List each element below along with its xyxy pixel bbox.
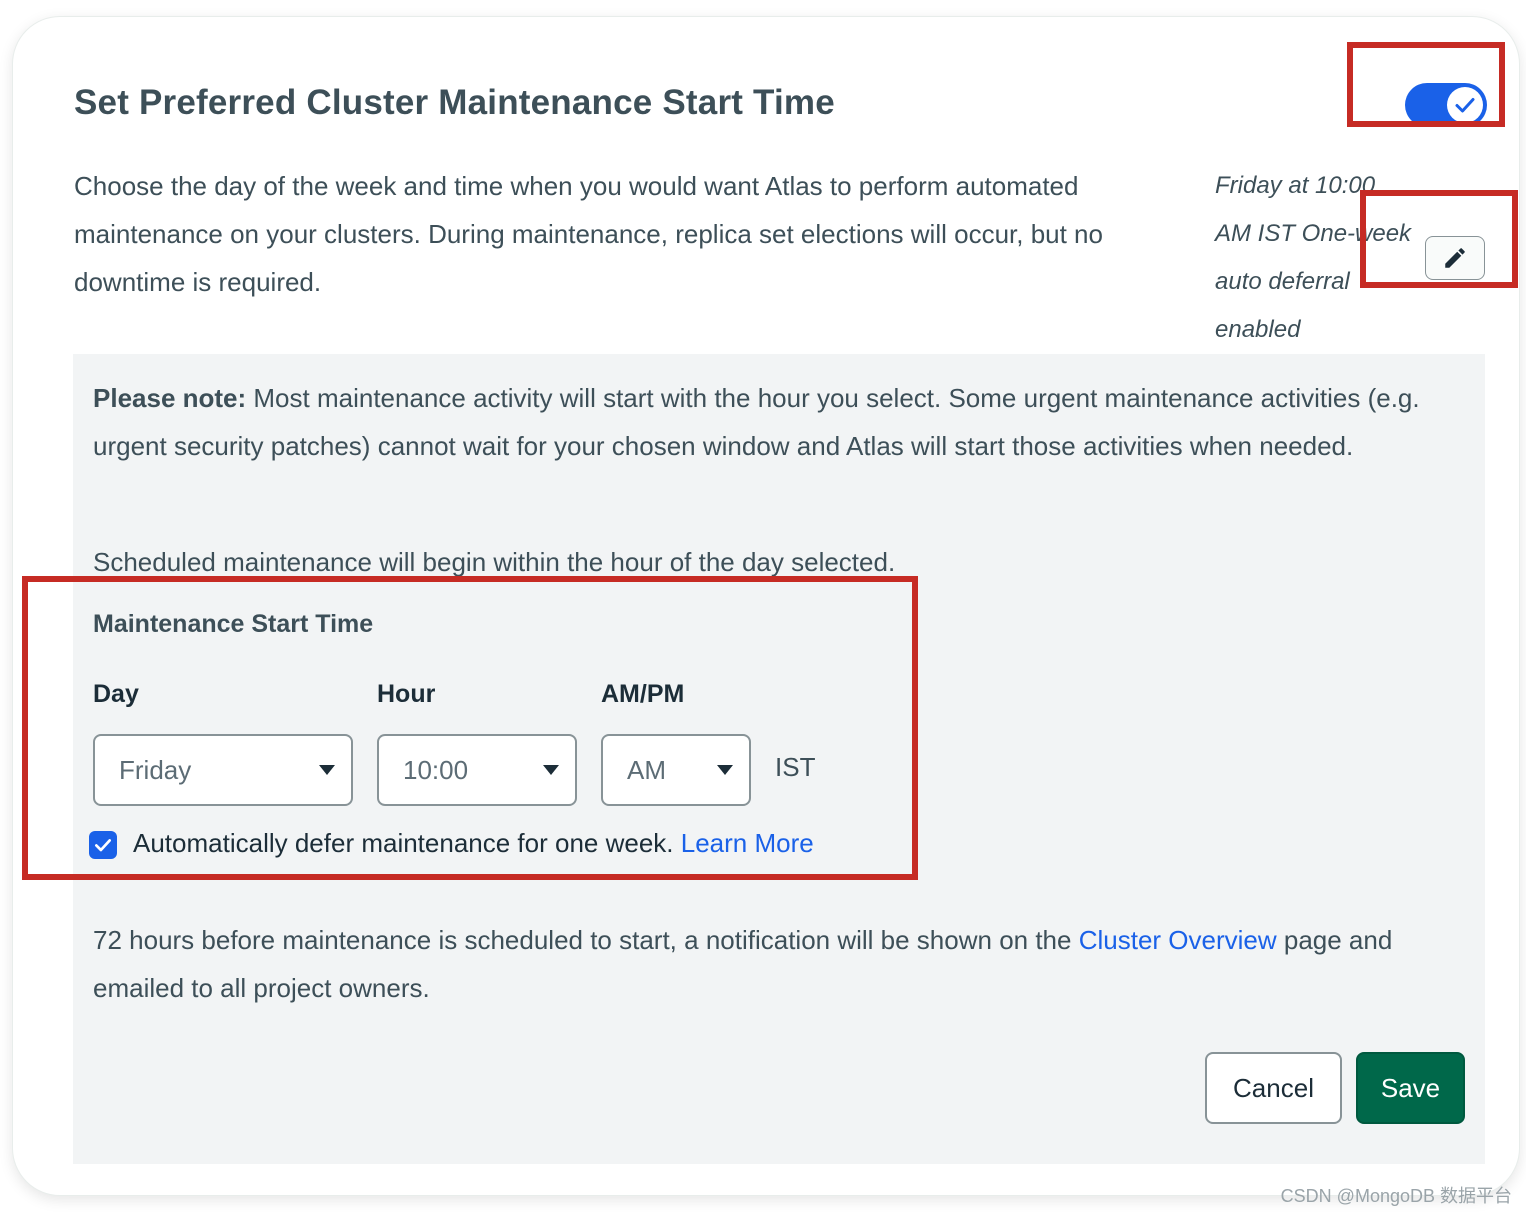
cluster-overview-link[interactable]: Cluster Overview <box>1079 925 1277 955</box>
watermark-text: CSDN @MongoDB 数据平台 <box>1280 1186 1512 1206</box>
caret-down-icon <box>717 765 733 775</box>
note-label: Please note: <box>93 383 247 413</box>
save-button[interactable]: Save <box>1356 1052 1465 1124</box>
pencil-icon <box>1445 248 1465 268</box>
caret-down-icon <box>319 765 335 775</box>
maintenance-card: Set Preferred Cluster Maintenance Start … <box>12 16 1520 1196</box>
day-value: Friday <box>119 754 192 785</box>
hour-select[interactable]: 10:00 <box>377 734 577 806</box>
notification-text: 72 hours before maintenance is scheduled… <box>93 916 1463 1012</box>
please-note-text: Please note: Most maintenance activity w… <box>93 374 1463 470</box>
hour-value: 10:00 <box>403 754 469 785</box>
notification-before: 72 hours before maintenance is scheduled… <box>93 925 1079 955</box>
summary-line: enabled <box>1215 316 1301 343</box>
defer-checkbox[interactable] <box>89 831 117 859</box>
defer-label: Automatically defer maintenance for one … <box>133 828 814 859</box>
checkmark-icon <box>1455 98 1475 113</box>
ampm-value: AM <box>627 754 666 785</box>
hour-label: Hour <box>377 680 436 708</box>
toggle-knob <box>1447 87 1483 123</box>
summary-line: AM IST One-week <box>1215 220 1412 247</box>
maintenance-toggle[interactable] <box>1405 83 1487 127</box>
page-title: Set Preferred Cluster Maintenance Start … <box>74 83 835 122</box>
ampm-label: AM/PM <box>601 680 685 708</box>
cancel-button[interactable]: Cancel <box>1205 1052 1342 1124</box>
checkmark-icon <box>95 839 111 852</box>
ampm-select[interactable]: AM <box>601 734 751 806</box>
edit-button[interactable] <box>1425 236 1485 280</box>
learn-more-link[interactable]: Learn More <box>681 828 814 858</box>
section-title: Maintenance Start Time <box>93 610 374 638</box>
scheduled-note: Scheduled maintenance will begin within … <box>93 547 896 577</box>
defer-text: Automatically defer maintenance for one … <box>133 828 681 858</box>
timezone-label: IST <box>775 752 816 782</box>
day-select[interactable]: Friday <box>93 734 353 806</box>
summary-line: auto deferral <box>1215 268 1350 295</box>
note-body: Most maintenance activity will start wit… <box>93 383 1420 461</box>
description-text: Choose the day of the week and time when… <box>74 171 1103 297</box>
settings-panel: Please note: Most maintenance activity w… <box>73 354 1485 1164</box>
current-setting-summary: Friday at 10:00 AM IST One-week auto def… <box>1215 162 1420 354</box>
day-label: Day <box>93 680 139 708</box>
caret-down-icon <box>543 765 559 775</box>
summary-line: Friday at 10:00 <box>1215 172 1376 199</box>
